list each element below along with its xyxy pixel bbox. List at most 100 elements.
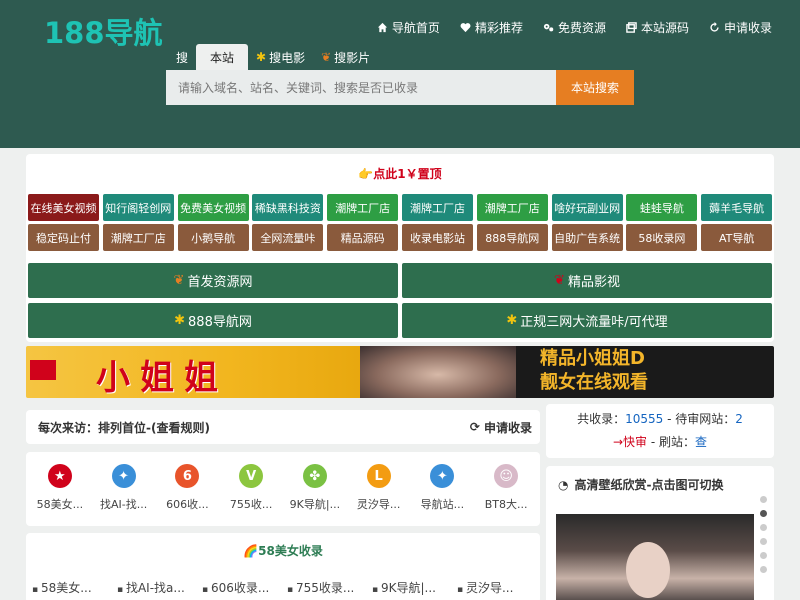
visit-rule-text[interactable]: 每次来访：排列首位-(查看规则) — [38, 419, 210, 436]
featured-link[interactable]: ❦ 首发资源网 — [28, 263, 398, 298]
link-button[interactable]: 知行阁轻创网 — [102, 194, 174, 221]
avatar-icon: ☺ — [494, 464, 519, 488]
link-button[interactable]: 潮牌工厂店 — [102, 224, 174, 251]
list-title[interactable]: 🌈58美女收录 — [26, 533, 540, 559]
site-entry[interactable]: ✦ 找AI-找... — [93, 464, 155, 526]
pointing-hand-icon: 👉 — [358, 167, 374, 181]
nav-item-apply[interactable]: 申请收录 — [709, 19, 772, 36]
list-item[interactable]: ▪ 755收录... — [287, 579, 372, 596]
pie-chart-icon: ◔ — [558, 477, 569, 492]
tab-label: 搜影片 — [334, 50, 371, 65]
link-button[interactable]: 精品源码 — [327, 224, 399, 251]
rainbow-icon: 🌈 — [243, 544, 259, 558]
banner-left: 小姐姐 — [26, 346, 360, 398]
list-item-label: 58美女... — [40, 581, 92, 595]
link-button[interactable]: 58收录网 — [626, 224, 698, 251]
link-button[interactable]: 稀缺黑科技资 — [252, 194, 324, 221]
link-button[interactable]: 自助广告系统 — [551, 224, 623, 251]
tab-film-search[interactable]: ❦ 搜影片 — [313, 44, 378, 70]
apply-link[interactable]: ⟳ 申请收录 — [470, 419, 532, 436]
bullet-icon: ▪ — [32, 585, 41, 595]
site-entry[interactable]: L 灵汐导... — [348, 464, 410, 526]
bullet-icon: ▪ — [117, 585, 126, 595]
carousel-dot[interactable] — [760, 496, 767, 503]
carousel-dot[interactable] — [760, 510, 767, 517]
l-logo-icon: L — [366, 464, 391, 488]
site-header: 188导航 导航首页 精彩推荐 免费资源 本站源码 申请收录 搜 本站 ✱ 搜电… — [0, 0, 800, 148]
link-button[interactable]: 888导航网 — [476, 224, 548, 251]
nav-label: 精彩推荐 — [474, 21, 523, 35]
list-item-label: 找AI-找a... — [125, 581, 185, 595]
link-button[interactable]: 潮牌工厂店 — [401, 194, 473, 221]
site-list: ▪ 58美女... ▪ 找AI-找a... ▪ 606收录... ▪ 755收录...… — [32, 579, 542, 596]
portrait-face — [626, 542, 670, 598]
fast-review-link[interactable]: →快审 — [613, 435, 647, 449]
carousel-dot[interactable] — [760, 566, 767, 573]
link-button[interactable]: AT导航 — [701, 224, 773, 251]
nav-item-free-resources[interactable]: 免费资源 — [543, 19, 606, 36]
v-logo-icon: V — [239, 464, 264, 488]
featured-link[interactable]: ✱ 888导航网 — [28, 303, 398, 338]
list-item[interactable]: ▪ 灵汐导... — [457, 579, 542, 596]
search-button[interactable]: 本站搜索 — [556, 70, 634, 105]
total-label: 共收录： — [577, 412, 626, 426]
list-item[interactable]: ▪ 9K导航|... — [372, 579, 457, 596]
site-entry[interactable]: 6 606收... — [156, 464, 218, 526]
link-button[interactable]: 小鹅导航 — [177, 224, 249, 251]
check-link[interactable]: 查 — [695, 435, 707, 449]
carousel-dot[interactable] — [760, 538, 767, 545]
search-input[interactable] — [166, 70, 556, 105]
tab-site-search[interactable]: 本站 — [196, 44, 249, 70]
maple-leaf-icon: ❦ — [173, 273, 185, 288]
site-entry[interactable]: ✤ 9K导航|... — [284, 464, 346, 526]
featured-link-label: 正规三网大流量咔/可代理 — [520, 315, 668, 330]
link-button[interactable]: 蛙蛙导航 — [626, 194, 698, 221]
featured-link[interactable]: ❦ 精品影视 — [402, 263, 772, 298]
site-entry[interactable]: ★ 58美女... — [29, 464, 91, 526]
nav-item-home[interactable]: 导航首页 — [377, 19, 440, 36]
site-name: 606收... — [166, 498, 209, 511]
ad-banner[interactable]: 小姐姐 精品小姐姐D 靓女在线观看 — [26, 346, 774, 398]
flower-icon: ✱ — [174, 313, 186, 328]
link-button[interactable]: 薅羊毛导航 — [701, 194, 773, 221]
promo-link[interactable]: 👉点此1￥置顶 — [26, 154, 774, 192]
wallpaper-title-text: 高清壁纸欣赏-点击图可切换 — [574, 478, 724, 492]
visit-rule-bar: 每次来访：排列首位-(查看规则) ⟳ 申请收录 — [26, 410, 540, 444]
link-button[interactable]: 全网流量咔 — [252, 224, 324, 251]
link-button[interactable]: 在线美女视频 — [28, 194, 99, 221]
recent-sites: ★ 58美女... ✦ 找AI-找... 6 606收... V 755收... ✤ 9K导航|.… — [26, 452, 540, 526]
wallpaper-image[interactable] — [556, 514, 754, 600]
site-name: 灵汐导... — [356, 498, 401, 511]
heart-icon — [460, 23, 471, 33]
refresh-icon: ⟳ — [469, 420, 480, 434]
top-nav: 导航首页 精彩推荐 免费资源 本站源码 申请收录 — [377, 19, 772, 36]
site-logo[interactable]: 188导航 — [44, 10, 163, 52]
nav-item-recommend[interactable]: 精彩推荐 — [460, 19, 523, 36]
featured-link[interactable]: ✱ 正规三网大流量咔/可代理 — [402, 303, 772, 338]
link-button[interactable]: 免费美女视频 — [177, 194, 249, 221]
wallpaper-title: ◔ 高清壁纸欣赏-点击图可切换 — [546, 466, 774, 493]
apply-label: 申请收录 — [483, 420, 532, 435]
link-button[interactable]: 啥好玩副业网 — [551, 194, 623, 221]
site-entry[interactable]: ☺ BT8大... — [475, 464, 537, 526]
search-tabs: 搜 本站 ✱ 搜电影 ❦ 搜影片 — [166, 44, 636, 70]
site-name: 755收... — [229, 498, 273, 511]
star-icon: ★ — [47, 464, 72, 488]
list-item[interactable]: ▪ 找AI-找a... — [117, 579, 202, 596]
tab-movie-search[interactable]: ✱ 搜电影 — [248, 44, 313, 70]
carousel-dot[interactable] — [760, 524, 767, 531]
list-item[interactable]: ▪ 606收录... — [202, 579, 287, 596]
site-name: 9K导航|... — [289, 498, 341, 511]
link-button[interactable]: 收录电影站 — [401, 224, 473, 251]
nav-item-source-code[interactable]: 本站源码 — [626, 19, 689, 36]
carousel-dot[interactable] — [760, 552, 767, 559]
list-item[interactable]: ▪ 58美女... — [32, 579, 117, 596]
banner-right: 精品小姐姐D 靓女在线观看 — [516, 346, 774, 398]
link-button[interactable]: 潮牌工厂店 — [327, 194, 399, 221]
site-entry[interactable]: ✦ 导航站... — [411, 464, 473, 526]
site-entry[interactable]: V 755收... — [220, 464, 282, 526]
nav-label: 导航首页 — [391, 21, 440, 35]
link-button[interactable]: 稳定码止付 — [28, 224, 99, 251]
site-name: 58美女... — [36, 498, 84, 511]
link-button[interactable]: 潮牌工厂店 — [476, 194, 548, 221]
